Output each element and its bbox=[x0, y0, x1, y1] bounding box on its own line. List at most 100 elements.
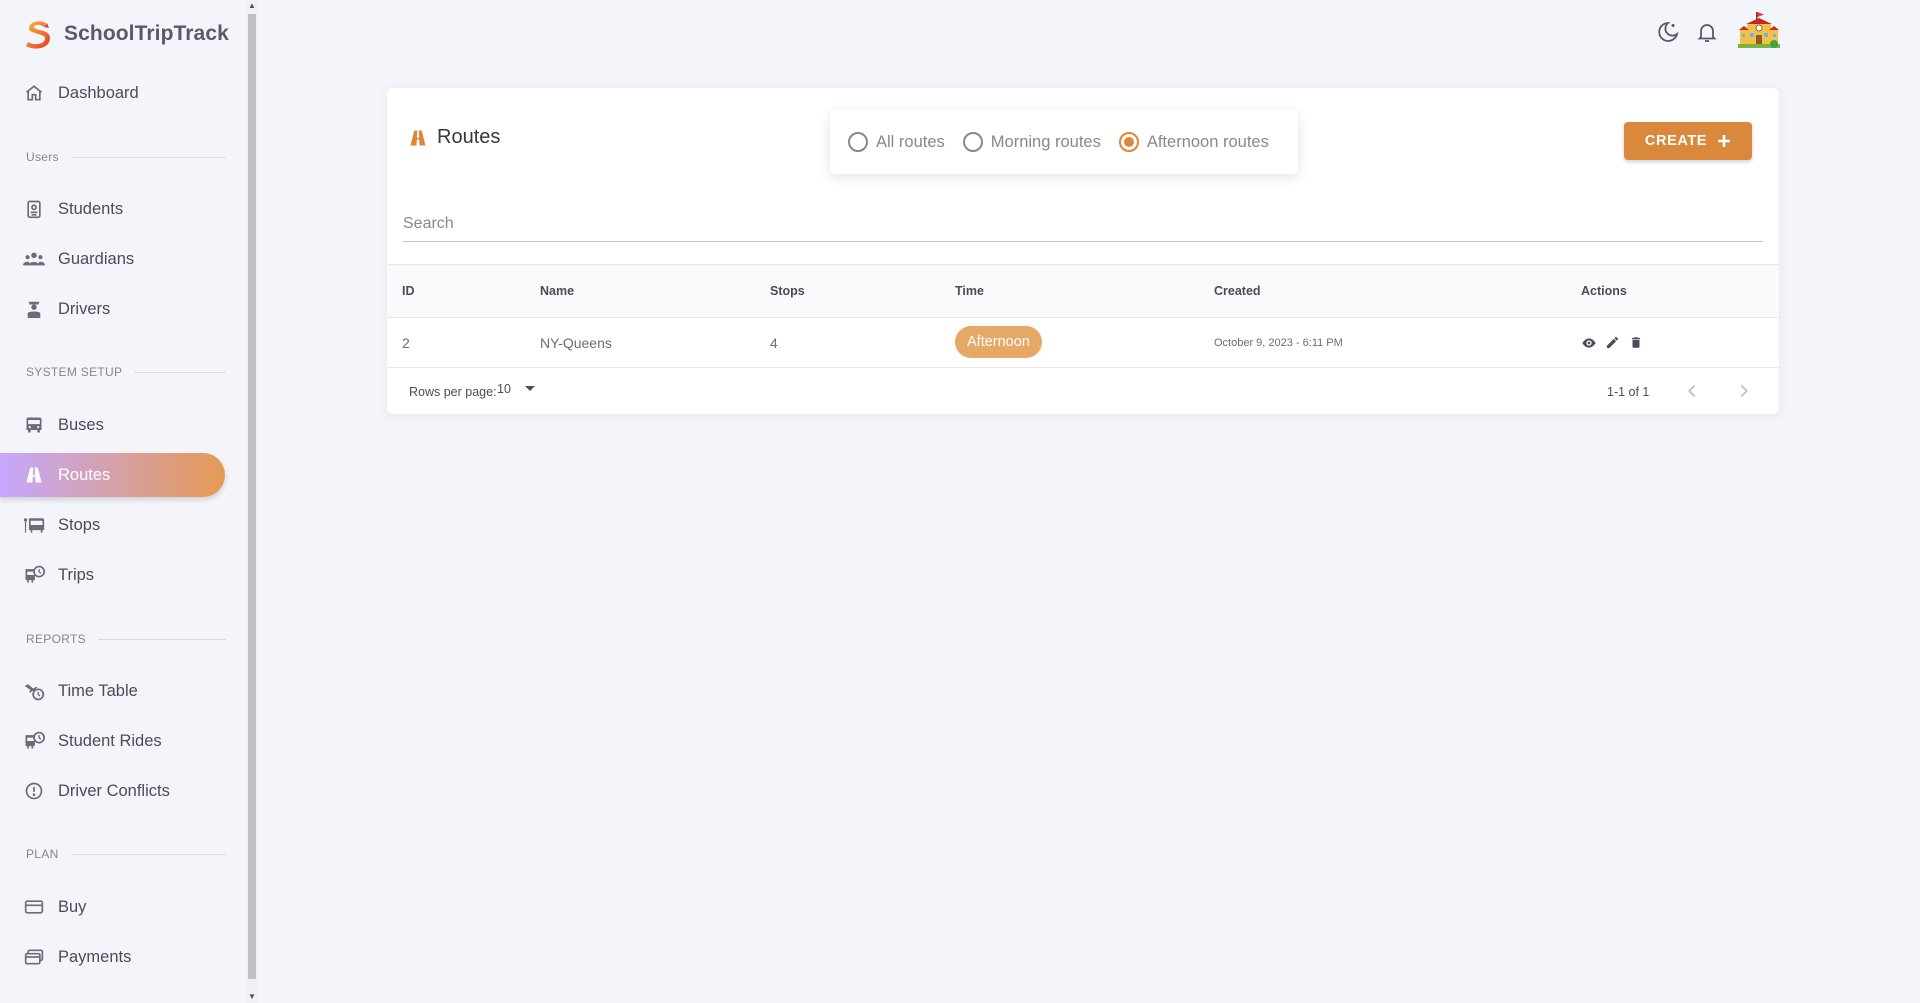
divider bbox=[70, 853, 226, 855]
sidebar-item-driver-conflicts[interactable]: Driver Conflicts bbox=[0, 769, 225, 813]
sidebar-item-label: Students bbox=[58, 199, 124, 218]
sidebar-item-buses[interactable]: Buses bbox=[0, 403, 225, 447]
column-header-created[interactable]: Created bbox=[1214, 284, 1261, 298]
section-header-reports: REPORTS bbox=[26, 632, 226, 646]
search-input[interactable] bbox=[403, 210, 1763, 238]
cell-created: October 9, 2023 - 6:11 PM bbox=[1214, 337, 1343, 349]
credit-card-icon bbox=[23, 896, 45, 918]
section-label: Users bbox=[26, 150, 59, 164]
moon-star-icon bbox=[1658, 22, 1679, 42]
view-icon[interactable] bbox=[1581, 335, 1597, 351]
radio-circle bbox=[1118, 132, 1139, 152]
users-group-icon bbox=[23, 248, 45, 270]
column-header-id[interactable]: ID bbox=[402, 284, 415, 298]
alert-circle-icon bbox=[23, 780, 45, 802]
sidebar-item-stops[interactable]: Stops bbox=[0, 503, 225, 547]
scroll-down-arrow-icon[interactable]: ▼ bbox=[246, 991, 258, 1003]
column-header-actions: Actions bbox=[1581, 284, 1627, 298]
sidebar-item-time-table[interactable]: Time Table bbox=[0, 669, 225, 713]
plane-clock-icon bbox=[23, 680, 45, 702]
sidebar-item-label: Time Table bbox=[58, 681, 138, 700]
road-icon bbox=[23, 464, 45, 486]
rows-per-page-select[interactable]: 10 bbox=[497, 382, 535, 396]
sidebar-item-student-rides[interactable]: Student Rides bbox=[0, 719, 225, 763]
delete-icon[interactable] bbox=[1629, 335, 1645, 351]
sidebar-item-students[interactable]: Students bbox=[0, 187, 225, 231]
bus-icon bbox=[23, 414, 45, 436]
dark-mode-toggle[interactable] bbox=[1656, 20, 1680, 44]
section-label: REPORTS bbox=[26, 632, 86, 646]
sidebar-item-guardians[interactable]: Guardians bbox=[0, 237, 225, 281]
sidebar-item-trips[interactable]: Trips bbox=[0, 553, 225, 597]
bus-clock-icon bbox=[23, 564, 45, 586]
previous-page-button[interactable] bbox=[1681, 380, 1703, 402]
table-header: ID Name Stops Time Created Actions bbox=[387, 264, 1779, 318]
section-header-plan: PLAN bbox=[26, 847, 226, 861]
radio-afternoon-routes[interactable]: Afternoon routes bbox=[1118, 132, 1269, 152]
sidebar-item-routes[interactable]: Routes bbox=[0, 453, 225, 497]
rows-per-page-label: Rows per page: bbox=[409, 385, 497, 399]
radio-circle bbox=[848, 132, 868, 152]
notifications-button[interactable] bbox=[1695, 20, 1719, 44]
sidebar-item-label: Stops bbox=[58, 515, 101, 534]
chevron-right-icon bbox=[1740, 384, 1749, 398]
radio-all-routes[interactable]: All routes bbox=[848, 132, 945, 152]
page-title: Routes bbox=[409, 126, 500, 149]
cell-name: NY-Queens bbox=[540, 335, 612, 351]
chevron-down-icon bbox=[524, 386, 535, 391]
column-header-time[interactable]: Time bbox=[955, 284, 984, 298]
routes-card: Routes All routes Morning routes Afterno… bbox=[387, 88, 1779, 414]
cell-id: 2 bbox=[402, 335, 410, 351]
sidebar-item-dashboard[interactable]: Dashboard bbox=[0, 71, 225, 115]
search-field bbox=[403, 210, 1763, 242]
sidebar-item-label: Payments bbox=[58, 947, 132, 966]
page-title-text: Routes bbox=[437, 126, 501, 148]
radio-circle bbox=[962, 132, 983, 152]
pagination-range: 1-1 of 1 bbox=[1607, 385, 1650, 399]
section-header-users: Users bbox=[26, 150, 226, 164]
radio-label: All routes bbox=[876, 132, 945, 151]
sidebar-item-buy[interactable]: Buy bbox=[0, 885, 225, 929]
plus-icon bbox=[1718, 135, 1731, 147]
scrollbar-thumb[interactable] bbox=[248, 14, 256, 979]
table-row[interactable]: 2 NY-Queens 4 Afternoon October 9, 2023 … bbox=[387, 318, 1779, 368]
sidebar-item-label: Drivers bbox=[58, 299, 111, 318]
sidebar-item-drivers[interactable]: Drivers bbox=[0, 287, 225, 331]
section-header-system-setup: SYSTEM SETUP bbox=[26, 365, 226, 379]
column-header-stops[interactable]: Stops bbox=[770, 284, 805, 298]
chevron-left-icon bbox=[1687, 384, 1696, 398]
divider bbox=[134, 371, 226, 373]
route-filter-radio-group: All routes Morning routes Afternoon rout… bbox=[830, 110, 1298, 174]
radio-label: Afternoon routes bbox=[1146, 132, 1269, 151]
cell-stops: 4 bbox=[770, 335, 778, 351]
edit-icon[interactable] bbox=[1605, 335, 1621, 351]
table-pagination: Rows per page: 10 1-1 of 1 bbox=[387, 368, 1779, 414]
create-button-label: CREATE bbox=[1644, 133, 1708, 149]
sidebar-item-payments[interactable]: Payments bbox=[0, 935, 225, 979]
radio-morning-routes[interactable]: Morning routes bbox=[962, 132, 1101, 152]
scroll-up-arrow-icon[interactable]: ▲ bbox=[246, 0, 258, 12]
section-label: PLAN bbox=[26, 847, 59, 861]
brand-title: SchoolTripTrack bbox=[64, 22, 229, 45]
bus-stop-icon bbox=[23, 514, 45, 536]
brand-logo-icon bbox=[26, 21, 50, 49]
time-chip: Afternoon bbox=[955, 326, 1042, 358]
column-header-name[interactable]: Name bbox=[540, 284, 574, 298]
brand[interactable]: SchoolTripTrack bbox=[22, 18, 229, 50]
sidebar: SchoolTripTrack Dashboard Users Students… bbox=[0, 0, 246, 1003]
section-label: SYSTEM SETUP bbox=[26, 365, 123, 379]
rows-per-page-value: 10 bbox=[497, 382, 511, 396]
driver-icon bbox=[23, 298, 45, 320]
payments-icon bbox=[23, 946, 45, 968]
sidebar-item-label: Student Rides bbox=[58, 731, 162, 750]
home-icon bbox=[23, 82, 45, 104]
create-button[interactable]: CREATE bbox=[1624, 122, 1752, 160]
bus-clock-icon bbox=[23, 730, 45, 752]
avatar[interactable] bbox=[1738, 10, 1780, 52]
sidebar-item-label: Trips bbox=[58, 565, 95, 584]
sidebar-scrollbar[interactable]: ▲ ▼ bbox=[246, 0, 258, 1003]
sidebar-item-label: Guardians bbox=[58, 249, 135, 268]
bell-icon bbox=[1697, 24, 1717, 42]
next-page-button[interactable] bbox=[1733, 380, 1755, 402]
road-icon bbox=[409, 129, 427, 147]
